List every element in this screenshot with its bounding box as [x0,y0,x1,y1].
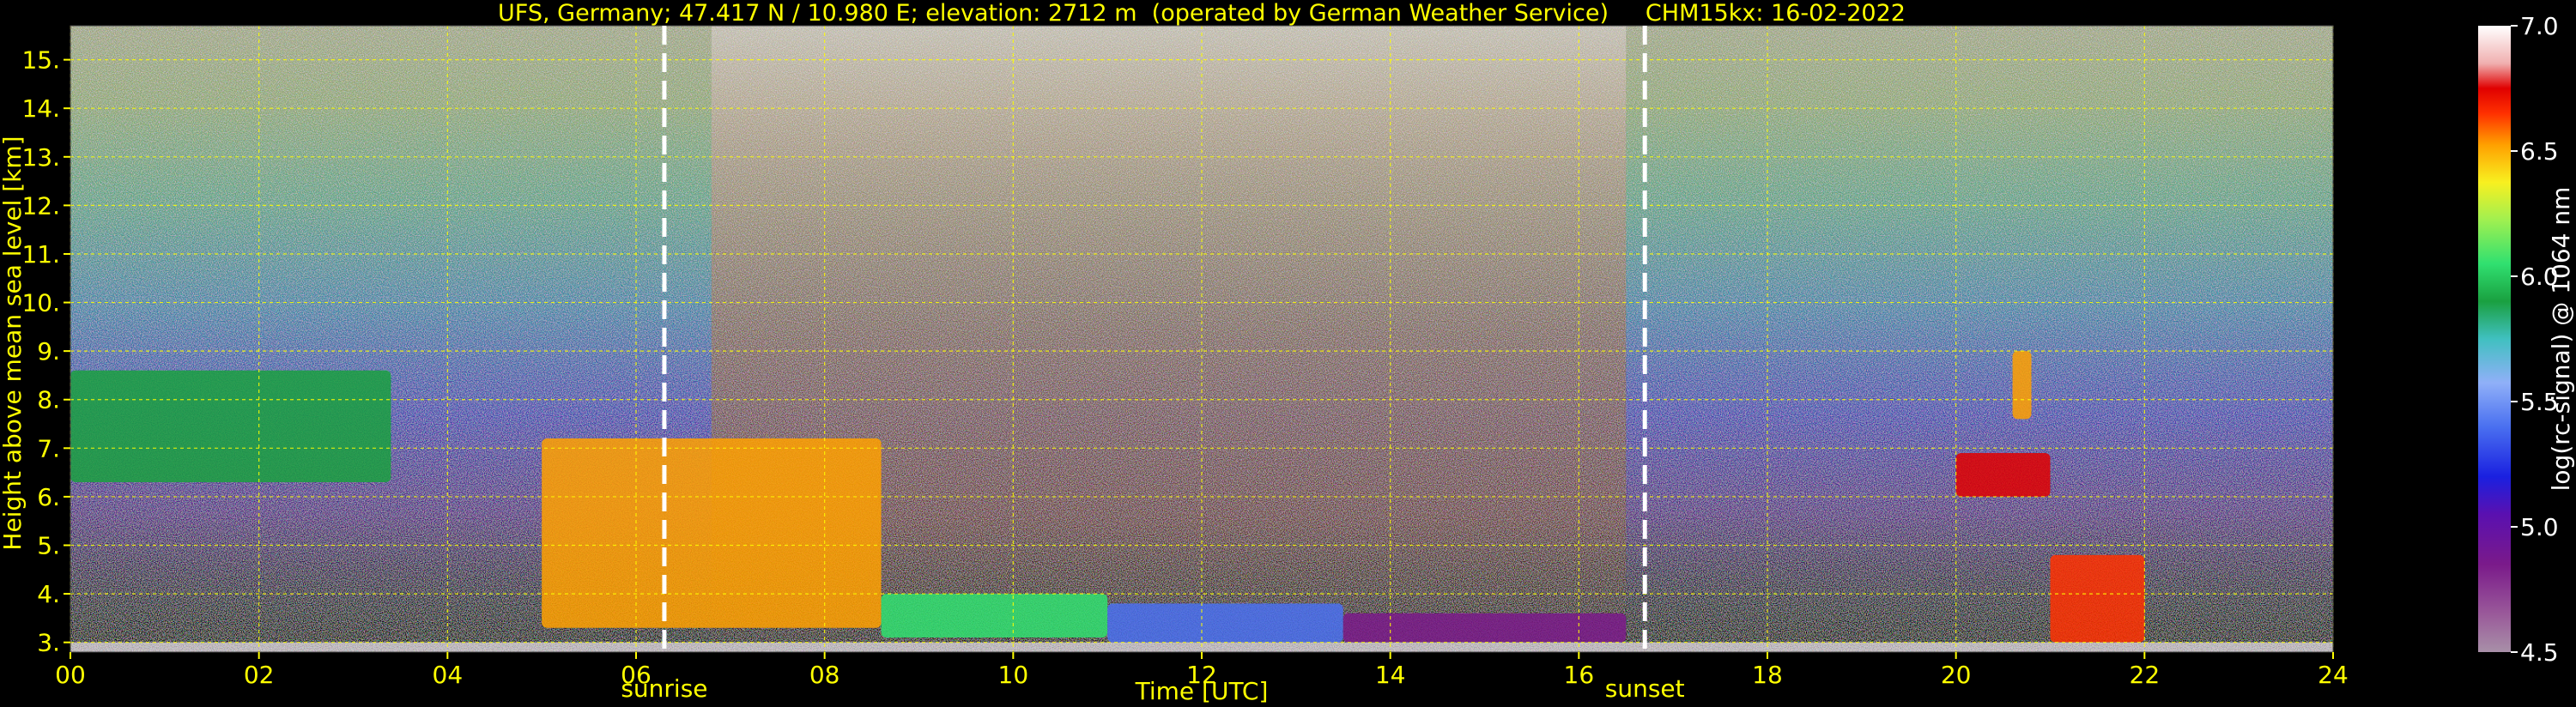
cloud-band-descending [542,438,882,628]
boundary-layer-purple [1343,613,1627,643]
y-tick-label: 4. [37,580,60,608]
sunrise-label: sunrise [621,674,707,703]
colorbar-label: log(rc-signal) @ 1064 nm [2547,187,2575,492]
plot-background [70,26,2333,652]
x-tick-label: 22 [2130,661,2161,689]
y-tick-label: 8. [37,386,60,414]
y-tick-label: 6. [37,483,60,511]
x-tick-label: 18 [1752,661,1783,689]
x-tick-label: 00 [55,661,86,689]
boundary-layer-green [881,594,1108,638]
chart-title: UFS, Germany; 47.417 N / 10.980 E; eleva… [498,0,1906,27]
x-tick-label: 02 [244,661,275,689]
colorbar-tick-label: 4.5 [2520,638,2559,667]
x-tick-label: 16 [1564,661,1595,689]
y-tick-label: 9. [37,337,60,366]
colorbar-gradient [2478,26,2511,652]
y-tick-label: 7. [37,434,60,462]
y-tick-label: 3. [37,629,60,657]
lidar-quicklook-chart: 00 02 04 06 08 10 12 14 16 18 20 22 24 3.4.5.6.7.8.9… [0,0,2575,705]
y-tick-label: 15. [21,46,60,75]
colorbar-tick-label: 7.0 [2520,12,2559,40]
evening-descent [2050,554,2145,643]
x-axis-label: Time [UTC] [1135,677,1269,705]
evening-cloud-upper [2012,351,2032,420]
y-axis-label: Height above mean sea level [km] [0,136,27,550]
colorbar-tick-label: 5.0 [2520,513,2559,541]
x-tick-label: 08 [809,661,840,689]
y-tick-label: 11. [21,240,60,269]
x-tick-label: 24 [2318,661,2349,689]
y-tick-label: 5. [37,532,60,560]
x-tick-label: 20 [1941,661,1972,689]
sunset-label: sunset [1605,674,1685,703]
x-tick-label: 10 [998,661,1029,689]
colorbar: 4.55.05.56.06.57.0 log(rc-signal) @ 1064… [2478,12,2575,667]
y-tick-label: 12. [21,191,60,220]
evening-cloud-lower [1955,452,2051,497]
x-tick-label: 04 [433,661,464,689]
boundary-layer-blue [1107,603,1343,643]
colorbar-tick-label: 6.5 [2520,137,2559,166]
x-tick-label: 14 [1375,661,1406,689]
y-tick-label: 14. [21,94,60,123]
y-axis-ticks: 3. 4. 5. 6. 7. 8. 9. 10. 11. 12. 13. 14. 15. [21,46,70,657]
y-tick-label: 10. [21,289,60,317]
cirrus-layer [70,370,391,482]
y-tick-label: 13. [21,143,60,172]
